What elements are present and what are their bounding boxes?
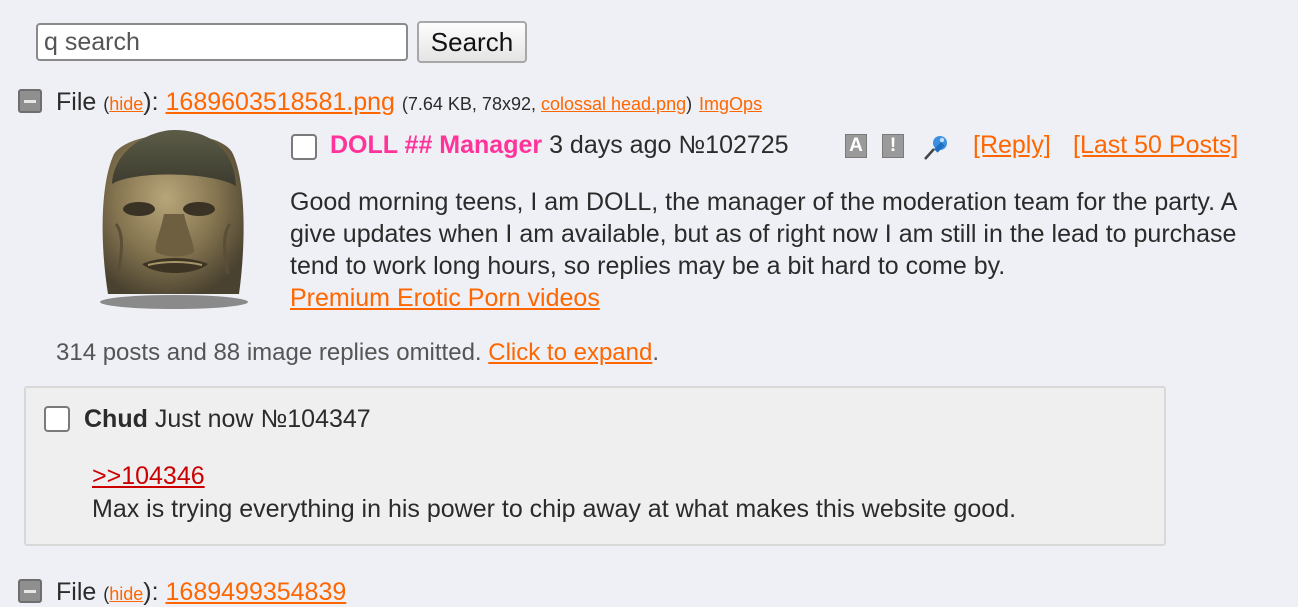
op-select-checkbox[interactable] bbox=[291, 134, 317, 160]
search-button[interactable]: Search bbox=[417, 21, 527, 63]
file-label: File bbox=[56, 88, 97, 116]
op-body-line: give updates when I am available, but as… bbox=[290, 220, 1237, 248]
post-time: 3 days ago bbox=[549, 131, 672, 159]
poster-name: DOLL ## Manager bbox=[330, 131, 543, 159]
reply-poster-name: Chud bbox=[84, 405, 148, 433]
reply-select-checkbox[interactable] bbox=[44, 406, 70, 432]
file-info: File (hide): 1689603518581.png (7.64 KB,… bbox=[56, 88, 763, 116]
reply-post: Chud Just now №104347 >>104346 Max is tr… bbox=[24, 386, 1166, 546]
reply-time: Just now bbox=[154, 405, 254, 433]
collapse-thread-icon[interactable] bbox=[18, 89, 42, 113]
promo-link[interactable]: Premium Erotic Porn videos bbox=[290, 284, 600, 312]
op-links: [Reply] bbox=[973, 131, 1051, 160]
op-body-line: Good morning teens, I am DOLL, the manag… bbox=[290, 188, 1238, 216]
op-post-header: DOLL ## Manager 3 days ago №102725 bbox=[330, 131, 789, 160]
file-link[interactable]: 1689603518581.png bbox=[166, 88, 395, 116]
post-number[interactable]: №102725 bbox=[678, 131, 788, 159]
imgops-link[interactable]: ImgOps bbox=[699, 94, 762, 114]
omitted-notice: 314 posts and 88 image replies omitted. … bbox=[56, 339, 660, 366]
thread-thumbnail-image[interactable] bbox=[94, 124, 252, 312]
op-body-line: tend to work long hours, so replies may … bbox=[290, 252, 1006, 280]
op-links-2: [Last 50 Posts] bbox=[1073, 131, 1238, 160]
last-50-posts-link[interactable]: [Last 50 Posts] bbox=[1073, 131, 1238, 159]
anchor-icon: A bbox=[845, 134, 867, 158]
hide-link[interactable]: hide bbox=[109, 94, 143, 114]
next-file-info: File (hide): 1689499354839 bbox=[56, 578, 347, 606]
original-filename-link[interactable]: colossal head.png bbox=[541, 94, 686, 114]
reply-post-number[interactable]: №104347 bbox=[260, 405, 370, 433]
expand-link[interactable]: Click to expand bbox=[488, 339, 652, 366]
reply-text: Max is trying everything in his power to… bbox=[92, 495, 1017, 523]
quote-link[interactable]: >>104346 bbox=[92, 462, 205, 491]
pin-icon bbox=[924, 136, 947, 160]
alert-icon: ! bbox=[882, 134, 904, 158]
collapse-thread-icon-2[interactable] bbox=[18, 579, 42, 603]
next-hide-link[interactable]: hide bbox=[109, 584, 143, 604]
search-input[interactable] bbox=[36, 23, 408, 61]
op-body: Good morning teens, I am DOLL, the manag… bbox=[290, 186, 1237, 314]
next-file-link[interactable]: 1689499354839 bbox=[166, 578, 347, 606]
reply-header: Chud Just now №104347 bbox=[84, 405, 371, 434]
file-meta: (7.64 KB, 78x92, bbox=[401, 94, 541, 114]
reply-link[interactable]: [Reply] bbox=[973, 131, 1051, 159]
